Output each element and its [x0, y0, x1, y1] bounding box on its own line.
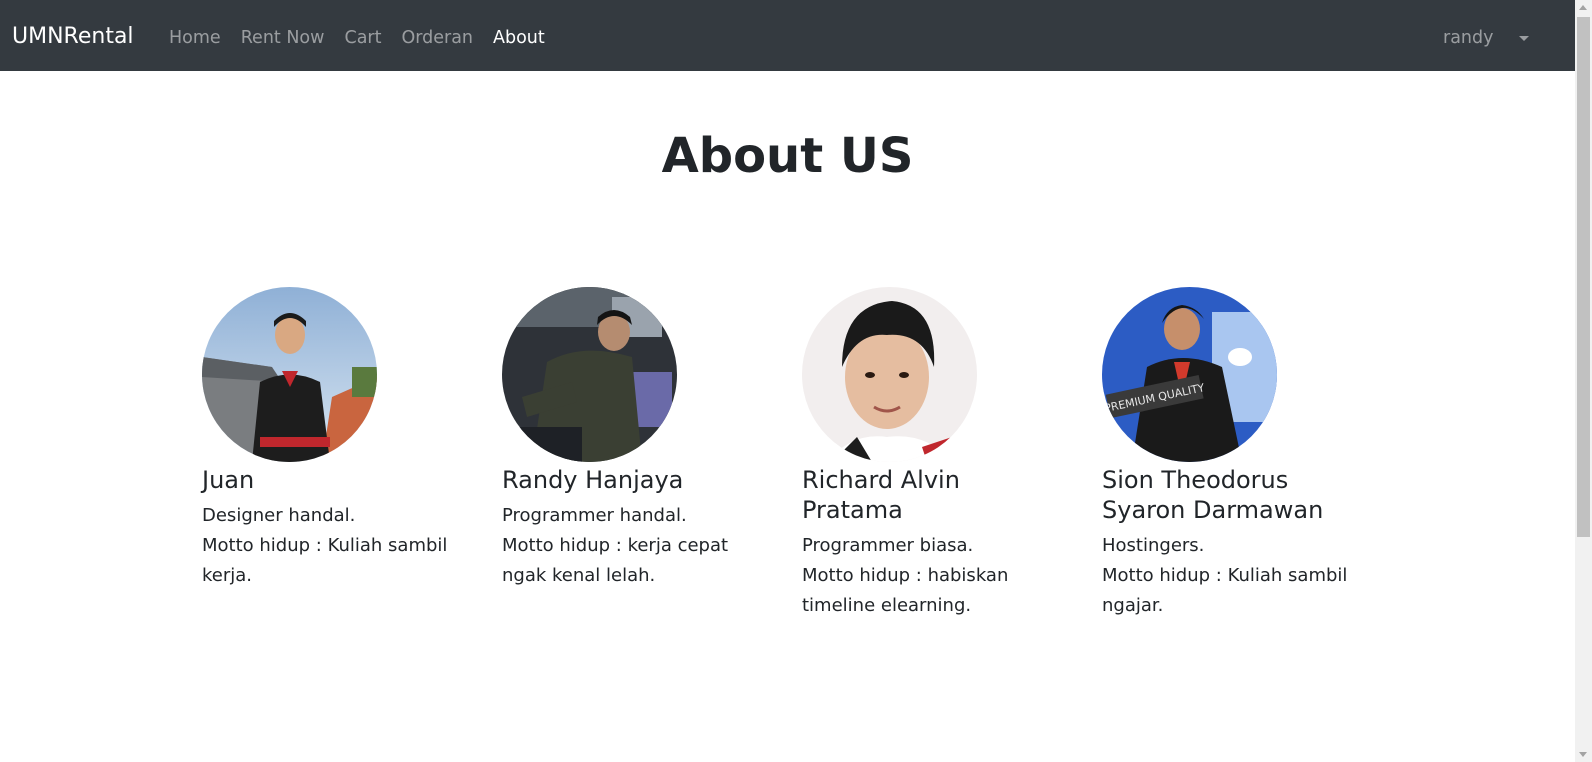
avatar-richard [802, 287, 977, 462]
member-description: Designer handal. Motto hidup : Kuliah sa… [202, 501, 467, 591]
avatar-sion: PREMIUM QUALITY [1102, 287, 1277, 462]
member-name: Randy Hanjaya [502, 466, 684, 494]
member-description: Hostingers. Motto hidup : Kuliah sambil … [1102, 531, 1367, 621]
user-name: randy [1443, 28, 1494, 48]
member-motto: Motto hidup : habiskan timeline elearnin… [802, 565, 1009, 616]
member-motto: Motto hidup : Kuliah sambil kerja. [202, 535, 448, 586]
page-title: About US [661, 128, 914, 184]
avatar-randy [502, 287, 677, 462]
nav-home[interactable]: Home [169, 24, 221, 52]
nav-orderan[interactable]: Orderan [401, 24, 473, 52]
member-card-sion: PREMIUM QUALITY Sion Theodorus Syaron Da… [1102, 287, 1367, 621]
nav-cart[interactable]: Cart [344, 24, 381, 52]
member-card-richard: Richard Alvin Pratama Programmer biasa. … [802, 287, 1067, 621]
member-role: Hostingers. [1102, 535, 1205, 556]
avatar-juan [202, 287, 377, 462]
member-card-randy: Randy Hanjaya Programmer handal. Motto h… [502, 287, 767, 591]
caret-down-icon [1519, 35, 1530, 41]
member-motto: Motto hidup : kerja cepat ngak kenal lel… [502, 535, 729, 586]
brand-logo[interactable]: UMNRental [12, 22, 134, 52]
member-role: Designer handal. [202, 505, 356, 526]
member-name: Juan [202, 466, 255, 494]
scroll-down-arrow-icon[interactable] [1579, 752, 1587, 757]
member-name: Richard Alvin Pratama [802, 466, 960, 524]
member-card-juan: Juan Designer handal. Motto hidup : Kuli… [202, 287, 467, 591]
scrollbar-thumb[interactable] [1577, 17, 1590, 537]
navbar: UMNRental Home Rent Now Cart Orderan Abo… [0, 0, 1575, 71]
member-motto: Motto hidup : Kuliah sambil ngajar. [1102, 565, 1348, 616]
nav-links: Home Rent Now Cart Orderan About [169, 24, 565, 52]
member-role: Programmer biasa. [802, 535, 974, 556]
member-name: Sion Theodorus Syaron Darmawan [1102, 466, 1324, 524]
nav-rent-now[interactable]: Rent Now [241, 24, 325, 52]
member-description: Programmer biasa. Motto hidup : habiskan… [802, 531, 1067, 621]
member-description: Programmer handal. Motto hidup : kerja c… [502, 501, 767, 591]
scroll-up-arrow-icon[interactable] [1579, 5, 1587, 10]
user-dropdown[interactable]: randy [1443, 24, 1530, 52]
scrollbar[interactable] [1575, 0, 1592, 762]
member-role: Programmer handal. [502, 505, 687, 526]
nav-about[interactable]: About [493, 24, 545, 52]
